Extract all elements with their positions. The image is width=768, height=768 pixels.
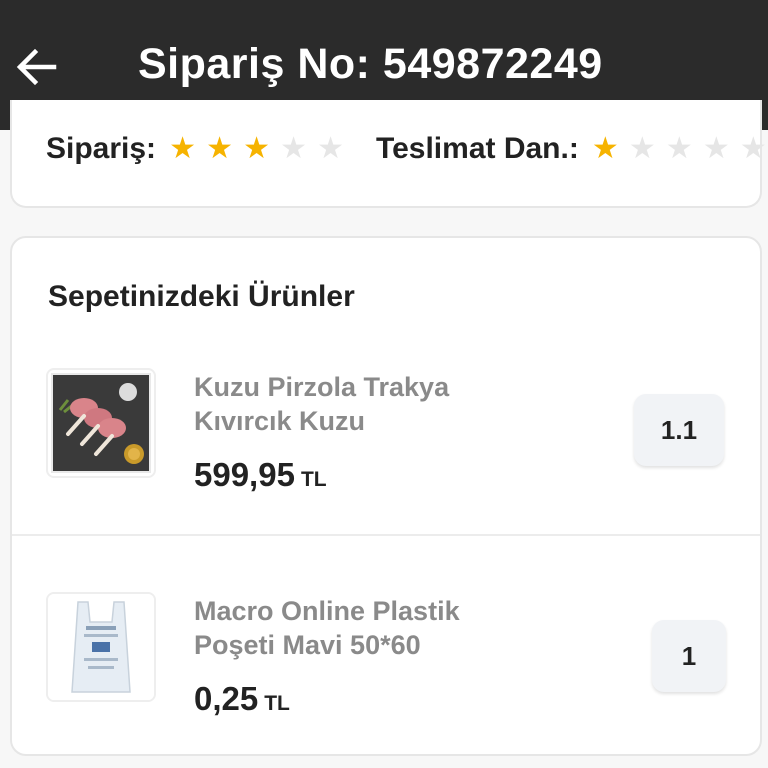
star-empty-icon[interactable]: ★ [661, 134, 698, 164]
section-title: Sepetinizdeki Ürünler [48, 280, 355, 313]
star-filled-icon[interactable]: ★ [587, 134, 624, 164]
product-price: 599,95 TL [194, 456, 327, 494]
divider [12, 534, 760, 536]
delivery-rating-label: Teslimat Dan.: [376, 132, 579, 165]
rating-card: Sipariş: ★ ★ ★ ★ ★ Teslimat Dan.: ★ ★ ★ ★ ★ [10, 100, 767, 208]
price-value: 0,25 [194, 680, 259, 717]
product-row[interactable]: Kuzu Pirzola Trakya Kıvırcık Kuzu 599,95… [12, 334, 760, 534]
star-empty-icon[interactable]: ★ [275, 134, 312, 164]
order-rating-label: Sipariş: [46, 132, 157, 165]
product-price: 0,25 TL [194, 680, 290, 718]
product-row[interactable]: Macro Online Plastik Poşeti Mavi 50*60 0… [12, 560, 760, 760]
star-empty-icon[interactable]: ★ [312, 134, 349, 164]
price-currency: TL [264, 692, 290, 715]
star-filled-icon[interactable]: ★ [201, 134, 238, 164]
quantity-box: 1.1 [634, 394, 724, 466]
star-empty-icon[interactable]: ★ [698, 134, 735, 164]
price-value: 599,95 [194, 456, 295, 493]
price-currency: TL [300, 468, 327, 491]
page-title: Sipariş No: 549872249 [138, 40, 603, 88]
star-empty-icon[interactable]: ★ [624, 134, 661, 164]
plastic-bag-image-icon [46, 592, 156, 702]
order-rating: Sipariş: ★ ★ ★ ★ ★ [46, 132, 349, 166]
back-arrow-icon[interactable] [14, 44, 60, 90]
product-name: Macro Online Plastik Poşeti Mavi 50*60 [194, 596, 460, 660]
quantity-box: 1 [652, 620, 726, 692]
order-rating-stars[interactable]: ★ ★ ★ ★ ★ [164, 134, 349, 164]
star-filled-icon[interactable]: ★ [238, 134, 275, 164]
star-empty-icon[interactable]: ★ [735, 134, 768, 164]
star-filled-icon[interactable]: ★ [164, 134, 201, 164]
basket-products-card: Sepetinizdeki Ürünler Kuzu Pirzola Traky… [10, 236, 762, 756]
lamb-chops-image-icon [46, 368, 156, 478]
delivery-rating-stars[interactable]: ★ ★ ★ ★ ★ [587, 134, 768, 164]
delivery-rating: Teslimat Dan.: ★ ★ ★ ★ ★ [376, 132, 768, 166]
product-name: Kuzu Pirzola Trakya Kıvırcık Kuzu [194, 372, 450, 436]
